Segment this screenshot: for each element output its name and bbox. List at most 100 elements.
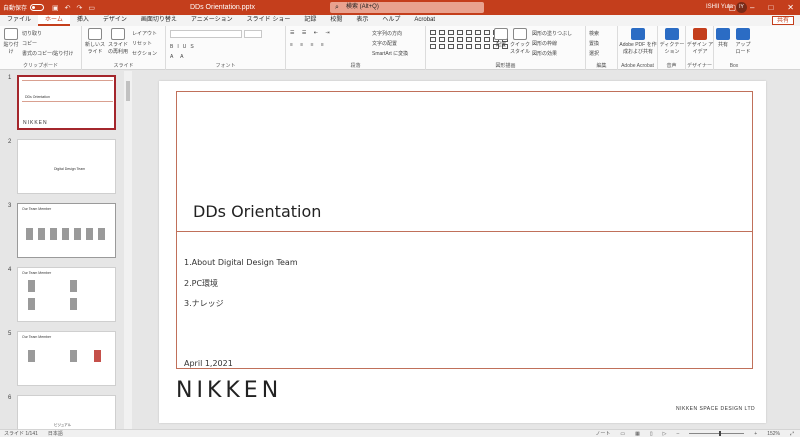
tab-review[interactable]: 校閲: [323, 15, 349, 26]
tab-acrobat[interactable]: Acrobat: [407, 15, 442, 26]
sorter-view-icon[interactable]: ▦: [635, 431, 640, 437]
designer-group-label: デザイナー: [687, 63, 712, 69]
slide-thumbnail[interactable]: ビジュアル: [17, 395, 116, 429]
reuse-slides-button[interactable]: スライドの再利用: [106, 28, 130, 55]
search-box[interactable]: ⌕ 検索 (Alt+Q): [330, 2, 484, 13]
slide-thumbnail[interactable]: Our Team Member: [17, 331, 116, 386]
select-button[interactable]: 選択: [589, 50, 599, 57]
tab-design[interactable]: デザイン: [96, 15, 134, 26]
format-painter-button[interactable]: 書式のコピー/貼り付け: [22, 50, 73, 57]
save-icon[interactable]: ▣: [52, 4, 59, 12]
language-indicator[interactable]: 日本語: [38, 430, 63, 437]
quick-styles-button[interactable]: クイック スタイル: [510, 28, 530, 55]
company-logo: NIKKEN: [176, 378, 283, 403]
tab-transitions[interactable]: 画面切り替え: [134, 15, 184, 26]
tab-record[interactable]: 記録: [297, 15, 323, 26]
reset-button[interactable]: リセット: [132, 40, 152, 47]
align-text-button[interactable]: 文字の配置: [372, 40, 397, 47]
photo: [62, 228, 69, 240]
zoom-slider[interactable]: [689, 431, 745, 436]
font-format-icons[interactable]: BIUS: [170, 44, 198, 50]
pdf-icon: [631, 28, 645, 40]
slide-title[interactable]: DDs Orientation: [193, 202, 321, 221]
reading-view-icon[interactable]: ▯: [650, 431, 653, 437]
slide-scrollbar[interactable]: [788, 71, 800, 429]
present-icon[interactable]: ▭: [88, 4, 95, 12]
replace-button[interactable]: 置換: [589, 40, 599, 47]
agenda-item[interactable]: 3.ナレッジ: [184, 298, 224, 309]
tab-insert[interactable]: 挿入: [70, 15, 96, 26]
shape-fill-button[interactable]: 図形の塗りつぶし: [532, 30, 572, 37]
search-icon: ⌕: [335, 4, 339, 11]
list-icons[interactable]: ☰ ☰ ⇤ ⇥: [290, 30, 333, 36]
window-controls: ▢ – □ ✕: [728, 0, 794, 15]
create-pdf-button[interactable]: Adobe PDF を作成および共有: [618, 28, 658, 55]
designer-group: デザイン アイデア デザイナー: [686, 26, 714, 70]
redo-icon[interactable]: ↷: [77, 4, 83, 12]
thumbnail-number: 3: [8, 203, 12, 209]
new-slide-button[interactable]: 新しいスライド: [84, 28, 106, 55]
zoom-level[interactable]: 152%: [767, 431, 780, 437]
autosave-toggle[interactable]: [30, 4, 45, 11]
tab-file[interactable]: ファイル: [0, 15, 38, 26]
dictate-button[interactable]: ディクテーション: [658, 28, 686, 55]
design-ideas-button[interactable]: デザイン アイデア: [686, 28, 714, 55]
layout-button[interactable]: レイアウト: [132, 30, 157, 37]
font-name-select[interactable]: [170, 30, 242, 38]
normal-view-icon[interactable]: ▭: [620, 431, 625, 437]
find-button[interactable]: 検索: [589, 30, 599, 37]
thumbnail-title: Digital Design Team: [54, 167, 86, 171]
drawing-group-label: 図形描画: [495, 63, 516, 69]
fit-slide-icon[interactable]: ⤢: [790, 431, 794, 437]
minimize-icon[interactable]: –: [750, 0, 754, 15]
clipboard-group-label: クリップボード: [22, 63, 58, 69]
box-share-button[interactable]: 共有: [714, 28, 732, 48]
thumbnail-scrollbar[interactable]: [124, 71, 132, 429]
close-icon[interactable]: ✕: [787, 0, 794, 15]
shape-effects-button[interactable]: 図形の効果: [532, 50, 557, 57]
zoom-in-icon[interactable]: +: [754, 431, 757, 437]
paste-button[interactable]: 貼り付け: [2, 28, 20, 55]
undo-icon[interactable]: ↶: [65, 4, 71, 12]
share-button[interactable]: 共有: [771, 16, 794, 25]
slides-group: 新しいスライド スライドの再利用 レイアウト リセット セクション スライド: [82, 26, 166, 70]
agenda-item[interactable]: 2.PC環境: [184, 278, 218, 289]
ribbon-display-icon[interactable]: ▢: [728, 0, 736, 15]
current-slide[interactable]: DDs Orientation 1.About Digital Design T…: [159, 81, 766, 423]
upload-icon: [736, 28, 750, 40]
tab-help[interactable]: ヘルプ: [375, 15, 407, 26]
section-button[interactable]: セクション: [132, 50, 157, 57]
slide-date[interactable]: April 1,2021: [184, 359, 233, 368]
box-upload-button[interactable]: アップロード: [734, 28, 752, 55]
font-color-icons[interactable]: A A: [170, 54, 187, 60]
arrange-button[interactable]: 配置: [492, 28, 510, 48]
photo: [86, 228, 93, 240]
slide-thumbnail[interactable]: Our Team Member: [17, 267, 116, 322]
slide-thumbnail[interactable]: Digital Design Team: [17, 139, 116, 194]
drawing-group: 配置 クイック スタイル 図形の塗りつぶし 図形の枠線 図形の効果 図形描画: [426, 26, 586, 70]
slide-thumbnail[interactable]: Our Team Member: [17, 203, 116, 258]
cut-button[interactable]: 切り取り: [22, 30, 42, 37]
slide-editing-area: DDs Orientation 1.About Digital Design T…: [133, 71, 788, 429]
align-icons[interactable]: ≡ ≡ ≡ ≡: [290, 42, 327, 48]
tab-view[interactable]: 表示: [349, 15, 375, 26]
slide-thumbnail[interactable]: DDs Orientation NIKKEN: [17, 75, 116, 130]
text-direction-button[interactable]: 文字列の方向: [372, 30, 402, 37]
zoom-out-icon[interactable]: –: [676, 431, 679, 437]
maximize-icon[interactable]: □: [768, 0, 773, 15]
tab-slideshow[interactable]: スライド ショー: [240, 15, 298, 26]
smartart-button[interactable]: SmartArt に変換: [372, 50, 408, 57]
agenda-item[interactable]: 1.About Digital Design Team: [184, 258, 298, 267]
notes-button[interactable]: ノート: [595, 430, 610, 437]
font-size-select[interactable]: [244, 30, 262, 38]
copy-button[interactable]: コピー: [22, 40, 37, 47]
tab-home[interactable]: ホーム: [38, 15, 70, 26]
title-bar: 自動保存 ▣ ↶ ↷ ▭ DDs Orientation.pptx ⌕ 検索 (…: [0, 0, 800, 15]
slideshow-view-icon[interactable]: ▷: [663, 431, 667, 437]
company-name: NIKKEN SPACE DESIGN LTD: [676, 406, 756, 412]
slide-counter: スライド 1/141: [4, 431, 38, 437]
ribbon: 貼り付け 切り取り コピー 書式のコピー/貼り付け クリップボード 新しいスライ…: [0, 26, 800, 70]
tab-animations[interactable]: アニメーション: [184, 15, 240, 26]
shape-outline-button[interactable]: 図形の枠線: [532, 40, 557, 47]
scrollbar-thumb[interactable]: [126, 81, 130, 101]
